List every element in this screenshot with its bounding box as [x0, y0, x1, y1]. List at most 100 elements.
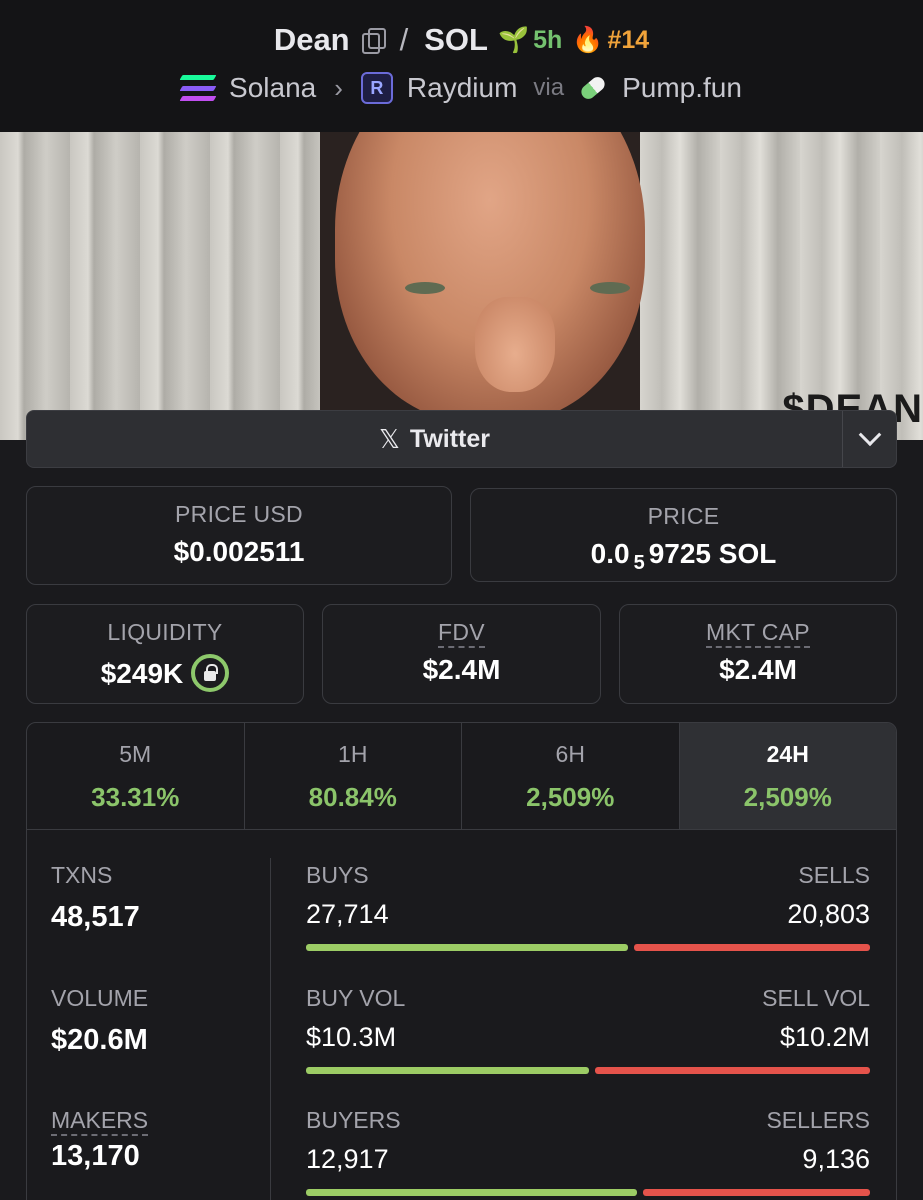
lock-icon[interactable] — [191, 654, 230, 692]
social-links-bar: 𝕏 Twitter — [26, 410, 897, 468]
dex-link[interactable]: Raydium — [407, 72, 517, 104]
via-label: via — [533, 74, 565, 101]
tab-5m[interactable]: 5M 33.31% — [27, 723, 245, 829]
mkt-cap-label[interactable]: MKT CAP — [706, 619, 810, 648]
fdv-label[interactable]: FDV — [438, 619, 485, 648]
pair-age-value: 5h — [533, 25, 563, 54]
trending-rank-value: #14 — [607, 25, 650, 54]
launchpad-link[interactable]: Pump.fun — [622, 72, 742, 104]
buyers-bar-fill — [306, 1189, 637, 1196]
sell-vol-label: SELL VOL — [762, 985, 870, 1011]
price-native-digits: 9725 — [648, 538, 711, 569]
price-usd-card: PRICE USD $0.002511 — [26, 486, 452, 585]
seedling-icon: 🌱 — [497, 25, 530, 54]
twitter-label: Twitter — [409, 424, 491, 453]
txns-metric: TXNS 48,517 — [51, 862, 140, 934]
price-native-unit: SOL — [718, 538, 777, 569]
buy-vol-value: $10.3M — [306, 1022, 397, 1052]
tab-6h-change: 2,509% — [526, 782, 615, 812]
breadcrumb: Solana › R Raydium via Pump.fun — [0, 72, 923, 104]
mkt-cap-value: $2.4M — [719, 654, 797, 685]
volume-label: VOLUME — [51, 985, 149, 1011]
sellers-label: SELLERS — [766, 1107, 870, 1133]
price-usd-value: $0.002511 — [173, 536, 305, 567]
sell-vol-value: $10.2M — [779, 1022, 870, 1052]
fire-icon: 🔥 — [572, 25, 604, 54]
banner-nose — [475, 297, 555, 392]
price-native-prefix: 0.0 — [590, 538, 630, 569]
sells-label: SELLS — [798, 862, 870, 888]
buy-sell-volume-split: BUY VOL SELL VOL $10.3M $10.2M — [306, 985, 870, 1074]
solana-icon — [179, 75, 217, 101]
tab-5m-change: 33.31% — [91, 782, 180, 812]
sell-vol-bar-fill — [595, 1067, 870, 1074]
makers-value: 13,170 — [51, 1140, 140, 1172]
pill-icon — [578, 74, 608, 102]
buys-bar-fill — [306, 944, 629, 951]
price-native-label: PRICE — [647, 503, 720, 529]
liquidity-card: LIQUIDITY $249K — [26, 604, 304, 704]
txns-value: 48,517 — [51, 901, 140, 933]
makers-label[interactable]: MAKERS — [51, 1107, 149, 1136]
buys-label: BUYS — [306, 862, 369, 888]
sellers-value: 9,136 — [802, 1144, 870, 1174]
quote-symbol: SOL — [424, 22, 488, 57]
token-banner-image: $DEAN — [0, 132, 923, 440]
social-dropdown-button[interactable] — [842, 411, 896, 467]
banner-door-left — [0, 132, 330, 440]
buy-vol-label: BUY VOL — [306, 985, 406, 1011]
buyers-label: BUYERS — [306, 1107, 401, 1133]
trending-rank[interactable]: 🔥 #14 — [572, 26, 649, 55]
pair-age: 🌱 5h — [498, 26, 562, 55]
tab-6h-label: 6H — [555, 741, 585, 767]
fdv-value: $2.4M — [422, 654, 501, 685]
volume-metric: VOLUME $20.6M — [51, 985, 148, 1057]
buyers-value: 12,917 — [306, 1144, 389, 1174]
makers-metric: MAKERS 13,170 — [51, 1107, 149, 1173]
tab-1h-change: 80.84% — [308, 782, 397, 812]
sells-bar-fill — [634, 944, 870, 951]
tab-24h[interactable]: 24H 2,509% — [679, 723, 896, 829]
period-tabs: 5M 33.31% 1H 80.84% 6H 2,509% 24H 2,509% — [26, 722, 897, 830]
banner-eye-right — [590, 282, 630, 294]
chain-link[interactable]: Solana — [229, 72, 316, 104]
token-name: Dean — [273, 22, 350, 57]
tab-24h-change: 2,509% — [743, 782, 832, 812]
price-native-zero-count: 5 — [633, 552, 645, 574]
twitter-button[interactable]: 𝕏 Twitter — [27, 411, 842, 467]
fdv-card: FDV $2.4M — [322, 604, 601, 704]
tab-1h-label: 1H — [338, 741, 368, 767]
buy-vol-bar-fill — [306, 1067, 590, 1074]
tab-5m-label: 5M — [119, 741, 152, 767]
tab-1h[interactable]: 1H 80.84% — [245, 723, 462, 829]
liquidity-value: $249K — [100, 658, 184, 689]
liquidity-value-row: $249K — [27, 654, 303, 692]
transactions-panel: TXNS 48,517 VOLUME $20.6M MAKERS 13,170 … — [26, 830, 897, 1200]
buyers-sellers-split: BUYERS SELLERS 12,917 9,136 — [306, 1107, 870, 1196]
sellers-bar-fill — [642, 1189, 870, 1196]
price-usd-label: PRICE USD — [175, 501, 303, 527]
pair-header: Dean / SOL 🌱 5h 🔥 #14 Solana › R Raydium… — [0, 0, 923, 132]
volume-value: $20.6M — [51, 1024, 148, 1056]
buys-sells-bar — [306, 944, 870, 951]
buy-sell-vol-bar — [306, 1067, 870, 1074]
copy-icon[interactable] — [361, 28, 386, 54]
pair-title-row: Dean / SOL 🌱 5h 🔥 #14 — [0, 22, 923, 58]
sells-value: 20,803 — [787, 899, 870, 929]
buys-value: 27,714 — [306, 899, 389, 929]
mkt-cap-card: MKT CAP $2.4M — [619, 604, 897, 704]
price-native-card: PRICE 0.0 5 9725 SOL — [470, 488, 897, 582]
chevron-right-icon: › — [334, 72, 343, 103]
buys-sells-split: BUYS SELLS 27,714 20,803 — [306, 862, 870, 951]
txns-label: TXNS — [51, 862, 113, 888]
raydium-icon: R — [360, 72, 393, 104]
banner-eye-left — [405, 282, 445, 294]
x-logo-icon: 𝕏 — [378, 423, 400, 454]
chevron-down-icon — [858, 423, 881, 447]
panel-divider — [270, 858, 271, 1200]
tab-24h-label: 24H — [766, 741, 809, 767]
liquidity-label: LIQUIDITY — [107, 619, 223, 645]
price-native-value: 0.0 5 9725 SOL — [471, 538, 896, 575]
pair-separator: / — [399, 22, 409, 57]
tab-6h[interactable]: 6H 2,509% — [462, 723, 680, 829]
